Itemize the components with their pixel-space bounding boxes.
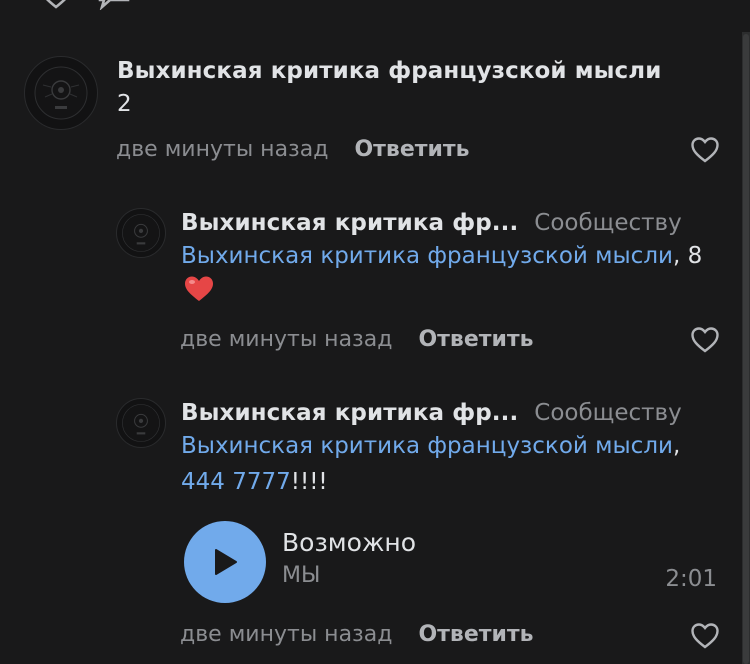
community-avatar-icon bbox=[122, 214, 160, 252]
comment-time: две минуты назад bbox=[180, 327, 393, 352]
heart-emoji-icon bbox=[185, 276, 213, 301]
phone-link[interactable]: 444 7777 bbox=[181, 469, 291, 495]
comment-reply: Выхинская критика фр... Сообществу Выхин… bbox=[0, 200, 750, 360]
play-button[interactable] bbox=[184, 521, 266, 603]
top-cutoff-icons bbox=[38, 0, 132, 10]
comment-time: две минуты назад bbox=[116, 137, 329, 162]
comment-text-rest: !!!! bbox=[290, 469, 328, 495]
comment-time: две минуты назад bbox=[180, 622, 393, 647]
audio-attachment[interactable]: Возможно МЫ 2:01 bbox=[184, 521, 719, 603]
reply-button[interactable]: Ответить bbox=[418, 622, 533, 647]
reply-button[interactable]: Ответить bbox=[418, 327, 533, 352]
comment-text: Выхинская критика французской мысли, 444… bbox=[181, 428, 721, 500]
track-duration: 2:01 bbox=[665, 566, 717, 592]
comment-text: Выхинская критика французской мысли, 8 bbox=[181, 238, 721, 314]
heart-outline-icon[interactable] bbox=[690, 622, 720, 650]
comment-meta: две минуты назад Ответить bbox=[180, 622, 534, 647]
track-artist[interactable]: МЫ bbox=[282, 563, 416, 588]
reply-target-label: Сообществу bbox=[534, 210, 682, 236]
heart-outline-icon[interactable] bbox=[690, 136, 720, 164]
comment-reply: Выхинская критика фр... Сообществу Выхин… bbox=[0, 390, 750, 664]
reply-target-label: Сообществу bbox=[534, 400, 682, 426]
avatar[interactable] bbox=[116, 208, 166, 258]
comment-meta: две минуты назад Ответить bbox=[116, 137, 470, 162]
mention-link[interactable]: Выхинская критика французской мысли bbox=[181, 433, 673, 459]
comment-text-rest: , 8 bbox=[672, 243, 703, 269]
comment-author[interactable]: Выхинская критика фр... bbox=[181, 210, 518, 236]
track-title: Возможно bbox=[282, 528, 417, 557]
comment-author[interactable]: Выхинская критика французской мысли bbox=[117, 58, 661, 84]
comment: Выхинская критика французской мысли 2 дв… bbox=[0, 50, 750, 180]
play-icon bbox=[215, 549, 237, 575]
mention-link[interactable]: Выхинская критика французской мысли bbox=[181, 243, 673, 269]
comment-author[interactable]: Выхинская критика фр... bbox=[181, 400, 518, 426]
comment-icon[interactable] bbox=[96, 0, 132, 10]
community-avatar-icon bbox=[34, 66, 88, 120]
avatar[interactable] bbox=[24, 56, 98, 130]
heart-outline-icon[interactable] bbox=[690, 326, 720, 354]
comment-meta: две минуты назад Ответить bbox=[180, 327, 534, 352]
comment-text: 2 bbox=[117, 91, 132, 117]
heart-outline-icon[interactable] bbox=[38, 0, 74, 10]
comment-separator: , bbox=[672, 433, 681, 459]
community-avatar-icon bbox=[122, 404, 160, 442]
avatar[interactable] bbox=[116, 398, 166, 448]
comments-page: Выхинская критика французской мысли 2 дв… bbox=[0, 0, 750, 664]
reply-button[interactable]: Ответить bbox=[354, 137, 469, 162]
red-heart-emoji bbox=[183, 275, 215, 314]
